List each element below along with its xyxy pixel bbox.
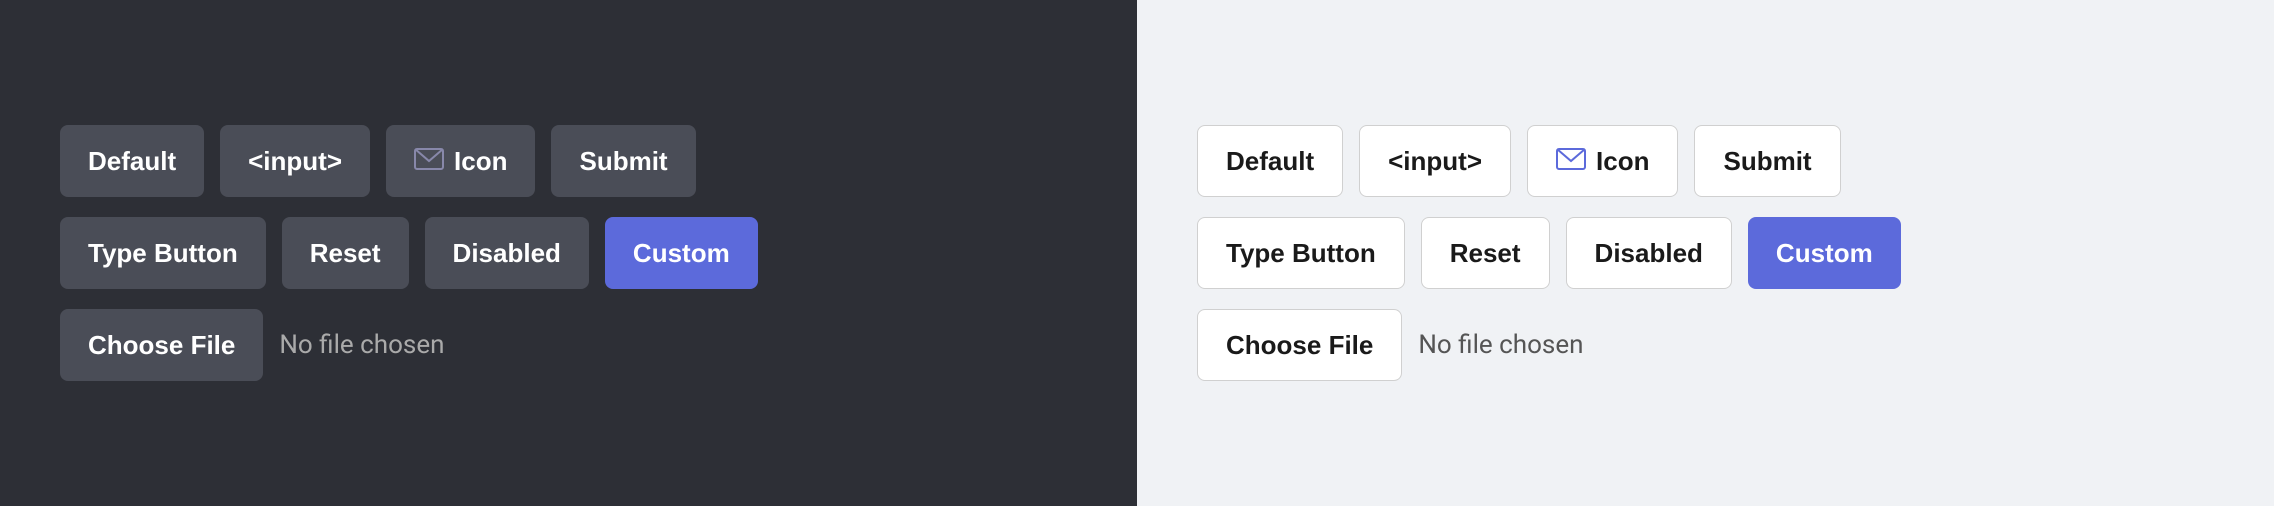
envelope-icon <box>414 146 444 177</box>
dark-input-button[interactable]: <input> <box>220 125 370 197</box>
dark-choose-file-button[interactable]: Choose File <box>60 309 263 381</box>
light-file-row: Choose File No file chosen <box>1197 309 2214 381</box>
dark-custom-button[interactable]: Custom <box>605 217 758 289</box>
dark-row-2: Type Button Reset Disabled Custom <box>60 217 1077 289</box>
dark-submit-button[interactable]: Submit <box>551 125 695 197</box>
light-no-file-text: No file chosen <box>1418 330 1583 360</box>
light-panel: Default <input> Icon Submit Type Button … <box>1137 0 2274 506</box>
light-icon-button[interactable]: Icon <box>1527 125 1678 197</box>
dark-icon-label: Icon <box>454 146 507 177</box>
light-default-button[interactable]: Default <box>1197 125 1343 197</box>
light-submit-button[interactable]: Submit <box>1694 125 1840 197</box>
light-row-2: Type Button Reset Disabled Custom <box>1197 217 2214 289</box>
light-typebutton-button[interactable]: Type Button <box>1197 217 1405 289</box>
dark-row-1: Default <input> Icon Submit <box>60 125 1077 197</box>
dark-panel: Default <input> Icon Submit Type Button … <box>0 0 1137 506</box>
dark-typebutton-button[interactable]: Type Button <box>60 217 266 289</box>
envelope-icon-light <box>1556 146 1586 177</box>
light-reset-button[interactable]: Reset <box>1421 217 1550 289</box>
dark-icon-button[interactable]: Icon <box>386 125 535 197</box>
light-row-1: Default <input> Icon Submit <box>1197 125 2214 197</box>
light-choose-file-button[interactable]: Choose File <box>1197 309 1402 381</box>
light-input-button[interactable]: <input> <box>1359 125 1511 197</box>
dark-file-row: Choose File No file chosen <box>60 309 1077 381</box>
light-custom-button[interactable]: Custom <box>1748 217 1901 289</box>
light-disabled-button[interactable]: Disabled <box>1566 217 1732 289</box>
dark-disabled-button[interactable]: Disabled <box>425 217 589 289</box>
dark-no-file-text: No file chosen <box>279 330 444 360</box>
dark-reset-button[interactable]: Reset <box>282 217 409 289</box>
dark-default-button[interactable]: Default <box>60 125 204 197</box>
light-icon-label: Icon <box>1596 146 1649 177</box>
